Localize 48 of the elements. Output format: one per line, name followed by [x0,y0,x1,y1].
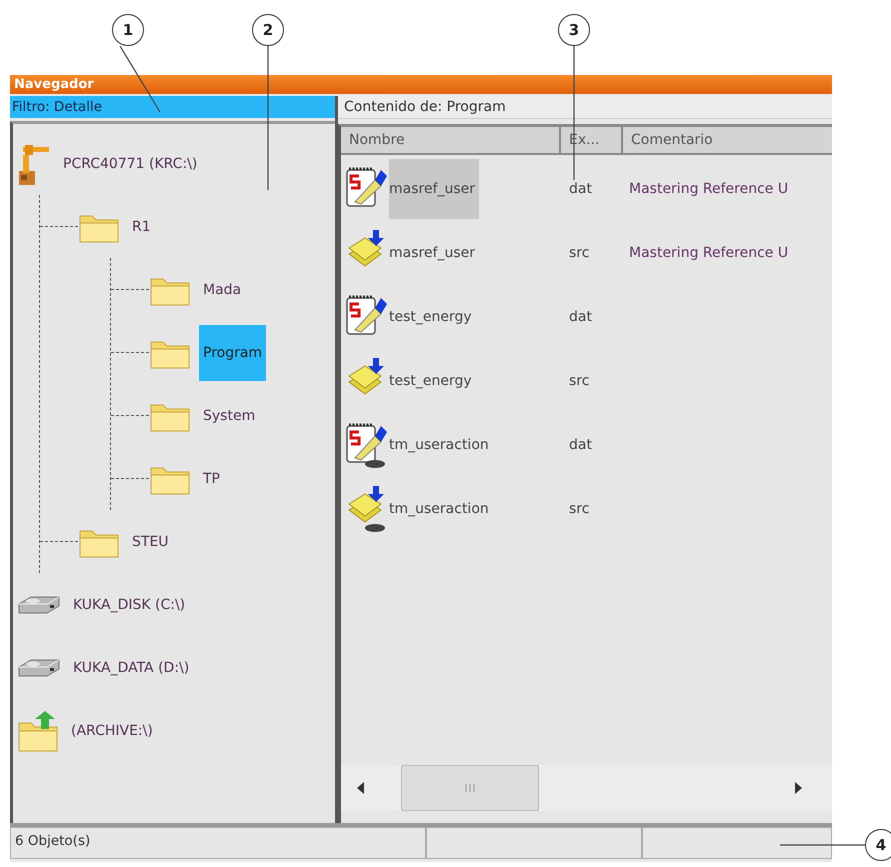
file-comment: Mastering Reference U [629,245,788,261]
window-title: Navegador [10,75,832,94]
file-row[interactable]: tm_useraction src [341,477,832,541]
callout-number: 3 [558,14,590,46]
column-header[interactable]: Nombre [341,127,561,153]
file-name[interactable]: test_energy [389,287,476,347]
tree-item[interactable]: STEU [128,514,173,570]
scroll-thumb[interactable] [401,765,539,811]
file-row[interactable]: test_energy src [341,349,832,413]
leader-line [119,45,161,113]
filter-label[interactable]: Filtro: Detalle [10,96,335,118]
tree-item[interactable]: R1 [128,198,155,254]
archive-folder-icon [17,708,59,752]
file-name[interactable]: masref_user [389,159,480,219]
file-extension: src [568,245,590,261]
file-row[interactable]: tm_useraction dat [341,413,832,477]
tree-item[interactable]: PCRC40771 (KRC:\) [59,136,202,192]
tree-item[interactable]: TP [199,450,224,506]
file-extension: dat [568,181,593,197]
file-extension: dat [568,309,593,325]
file-name[interactable]: tm_useraction [389,415,493,475]
callout-number: 1 [112,14,144,46]
file-name[interactable]: masref_user [389,223,480,283]
tree-item[interactable]: KUKA_DISK (C:\) [69,576,190,632]
tree-item[interactable]: (ARCHIVE:\) [67,702,157,758]
tree-item[interactable]: Program [199,324,266,380]
drive-icon [17,594,61,616]
status-text: 6 Objeto(s) [10,827,426,859]
scroll-left-icon[interactable] [357,782,365,794]
file-extension: src [568,373,590,389]
file-row[interactable]: test_energy dat [341,285,832,349]
file-comment: Mastering Reference U [629,181,788,197]
file-row[interactable]: masref_user dat Mastering Reference U [341,157,832,221]
file-name[interactable]: tm_useraction [389,479,493,539]
file-row[interactable]: masref_user src Mastering Reference U [341,221,832,285]
drive-icon [17,656,61,678]
scroll-right-icon[interactable] [794,782,802,794]
horizontal-scrollbar[interactable] [341,765,832,811]
callout-number: 2 [252,14,284,46]
content-title: Contenido de: Program [338,96,832,119]
file-extension: src [568,501,590,517]
column-header[interactable]: Comentario [623,127,832,153]
tree-item[interactable]: KUKA_DATA (D:\) [69,640,194,696]
file-name[interactable]: test_energy [389,351,476,411]
tree-item[interactable]: System [199,388,260,444]
tree-item[interactable]: Mada [199,262,246,318]
callout-number: 4 [865,829,891,861]
file-extension: dat [568,437,593,453]
